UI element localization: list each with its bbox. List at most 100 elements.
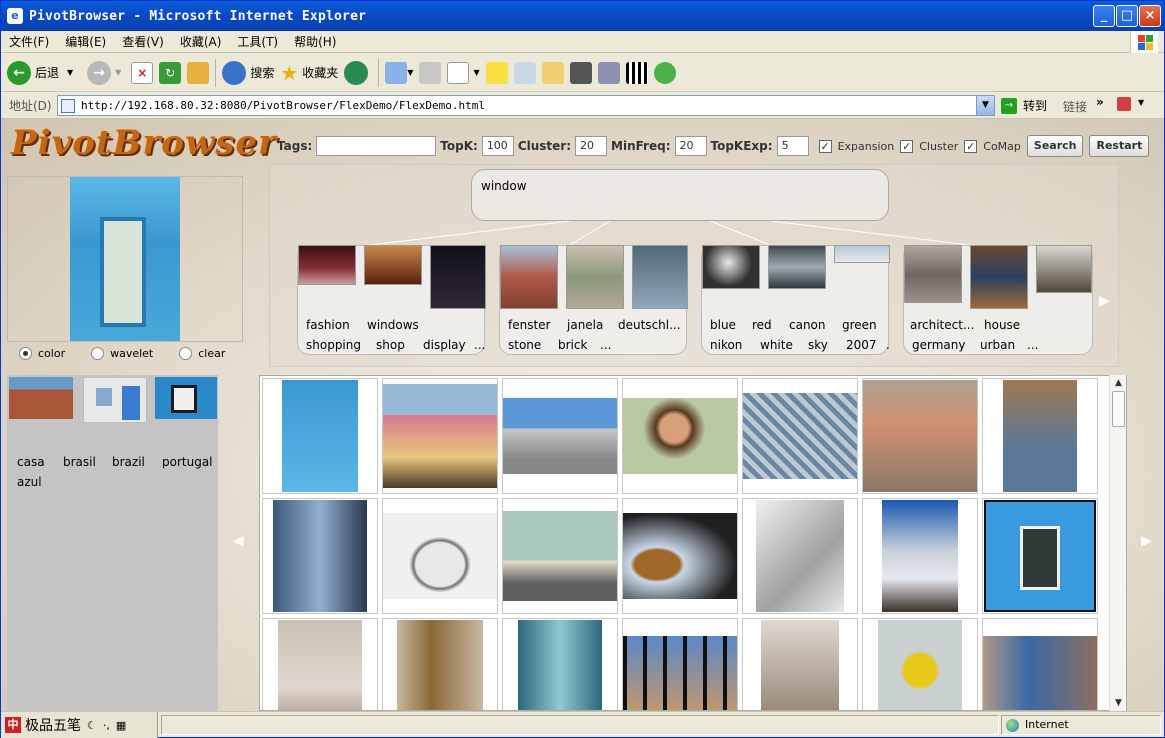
selected-tag[interactable]: brasil — [63, 455, 96, 469]
history-button[interactable] — [344, 58, 372, 88]
result-image[interactable] — [502, 618, 618, 710]
result-image[interactable] — [742, 378, 858, 494]
messenger-button[interactable] — [653, 58, 676, 88]
color-radio[interactable] — [19, 347, 32, 360]
cluster-tag[interactable]: nikon — [710, 338, 742, 352]
cluster-tag[interactable]: brick — [558, 338, 587, 352]
cluster-thumbnail[interactable] — [904, 245, 962, 303]
menu-view[interactable]: 查看(V) — [122, 33, 164, 50]
search-button[interactable]: Search — [1026, 135, 1084, 157]
search-button[interactable]: 搜索 — [222, 58, 274, 88]
cluster-tag[interactable]: sky — [808, 338, 828, 352]
scroll-thumb[interactable] — [1112, 391, 1125, 427]
root-tag-node[interactable]: window — [471, 169, 889, 221]
cluster-tag[interactable]: ... — [1027, 338, 1038, 352]
next-cluster-icon[interactable]: ▶ — [1099, 293, 1110, 309]
cluster-thumbnail[interactable] — [566, 245, 624, 309]
result-image[interactable] — [982, 618, 1098, 710]
cluster-thumbnail[interactable] — [500, 245, 558, 309]
maximize-button[interactable]: □ — [1116, 5, 1138, 27]
cluster-tag[interactable]: stone — [508, 338, 541, 352]
ime-keyboard-icon[interactable]: ▦ — [116, 719, 126, 732]
selected-thumbnail[interactable] — [155, 377, 217, 419]
cluster-checkbox[interactable]: ✓ — [900, 139, 914, 153]
cluster-tag[interactable]: shop — [376, 338, 405, 352]
scroll-up-icon[interactable]: ▲ — [1110, 375, 1127, 391]
cluster-tag[interactable]: canon — [789, 318, 826, 332]
result-image[interactable] — [622, 378, 738, 494]
qr-button[interactable] — [625, 58, 648, 88]
cluster-tag[interactable]: deutschl... — [618, 318, 681, 332]
result-image[interactable] — [622, 618, 738, 710]
links-chevron-icon[interactable]: » — [1096, 95, 1104, 109]
links-label[interactable]: 链接 — [1063, 98, 1087, 115]
result-image[interactable] — [382, 378, 498, 494]
result-image[interactable] — [862, 378, 978, 494]
selected-tag[interactable]: azul — [17, 475, 42, 489]
cluster-tag[interactable]: ... — [474, 338, 485, 352]
close-button[interactable]: × — [1139, 5, 1161, 27]
cluster-tag[interactable]: white — [760, 338, 793, 352]
cluster-input[interactable]: 20 — [575, 136, 608, 156]
menu-edit[interactable]: 编辑(E) — [65, 33, 106, 50]
mail-button[interactable]: ▼ — [385, 58, 413, 88]
ime-punct-icon[interactable]: ·, — [103, 719, 110, 732]
wavelet-radio[interactable] — [91, 347, 105, 360]
cluster-thumbnail[interactable] — [364, 245, 422, 285]
selected-thumbnail[interactable] — [9, 377, 73, 419]
minfreq-input[interactable]: 20 — [674, 136, 707, 156]
result-image[interactable] — [262, 378, 378, 494]
menu-file[interactable]: 文件(F) — [9, 33, 49, 50]
cluster-thumbnail[interactable] — [768, 245, 826, 289]
cluster-tag[interactable]: green — [842, 318, 877, 332]
result-image[interactable] — [982, 378, 1098, 494]
tags-input[interactable] — [316, 136, 437, 156]
ime-moon-icon[interactable]: ☾ — [87, 719, 97, 732]
cluster-thumbnail[interactable] — [702, 245, 760, 289]
go-button[interactable]: → 转到 — [1001, 97, 1047, 114]
restart-button[interactable]: Restart — [1089, 135, 1150, 157]
result-image[interactable] — [742, 618, 858, 710]
menu-help[interactable]: 帮助(H) — [294, 33, 336, 50]
translate-dropdown-icon[interactable]: ▼ — [1138, 98, 1144, 107]
cluster-thumbnail[interactable] — [970, 245, 1028, 309]
cluster-tag[interactable]: janela — [567, 318, 603, 332]
result-image[interactable] — [982, 498, 1098, 614]
cluster-card[interactable]: fenster janela deutschl... stone brick .… — [499, 245, 688, 355]
edit-button[interactable]: ▼ — [447, 58, 480, 88]
cluster-tag[interactable]: . — [886, 338, 890, 352]
research-button[interactable] — [513, 58, 536, 88]
selected-tag[interactable]: portugal — [162, 455, 213, 469]
result-image[interactable] — [262, 618, 378, 710]
ime-toolbar[interactable]: 中 极品五笔 ☾ ·, ▦ — [1, 712, 158, 738]
result-image[interactable] — [502, 378, 618, 494]
translate-icon[interactable] — [1117, 97, 1131, 111]
selected-tag[interactable]: brazil — [112, 455, 145, 469]
forward-button[interactable]: → ▼ — [87, 58, 121, 88]
result-image[interactable] — [742, 498, 858, 614]
result-image[interactable] — [502, 498, 618, 614]
cluster-thumbnail[interactable] — [298, 245, 356, 285]
result-scrollbar[interactable]: ▲ ▼ — [1109, 375, 1126, 711]
menu-tools[interactable]: 工具(T) — [237, 33, 278, 50]
home-button[interactable] — [187, 58, 210, 88]
query-image[interactable] — [70, 177, 180, 341]
topk-input[interactable]: 100 — [481, 136, 514, 156]
cluster-tag[interactable]: red — [752, 318, 772, 332]
cluster-tag[interactable]: 2007 — [846, 338, 877, 352]
minimize-button[interactable]: _ — [1093, 5, 1115, 27]
print-button[interactable] — [419, 58, 442, 88]
scroll-down-icon[interactable]: ▼ — [1110, 695, 1127, 711]
cluster-tag[interactable]: germany — [912, 338, 965, 352]
result-image[interactable] — [262, 498, 378, 614]
result-image[interactable] — [862, 618, 978, 710]
stop-button[interactable]: × — [131, 58, 154, 88]
favorites-button[interactable]: ★ 收藏夹 — [280, 58, 338, 88]
cluster-card[interactable]: fashion windows shopping shop display ..… — [297, 245, 486, 355]
cluster-tag[interactable]: architect... — [910, 318, 974, 332]
cluster-tag[interactable]: urban — [980, 338, 1015, 352]
prev-page-icon[interactable]: ◀ — [233, 533, 244, 549]
comap-checkbox[interactable]: ✓ — [964, 139, 978, 153]
tool-button-a[interactable] — [541, 58, 564, 88]
result-image[interactable] — [382, 498, 498, 614]
